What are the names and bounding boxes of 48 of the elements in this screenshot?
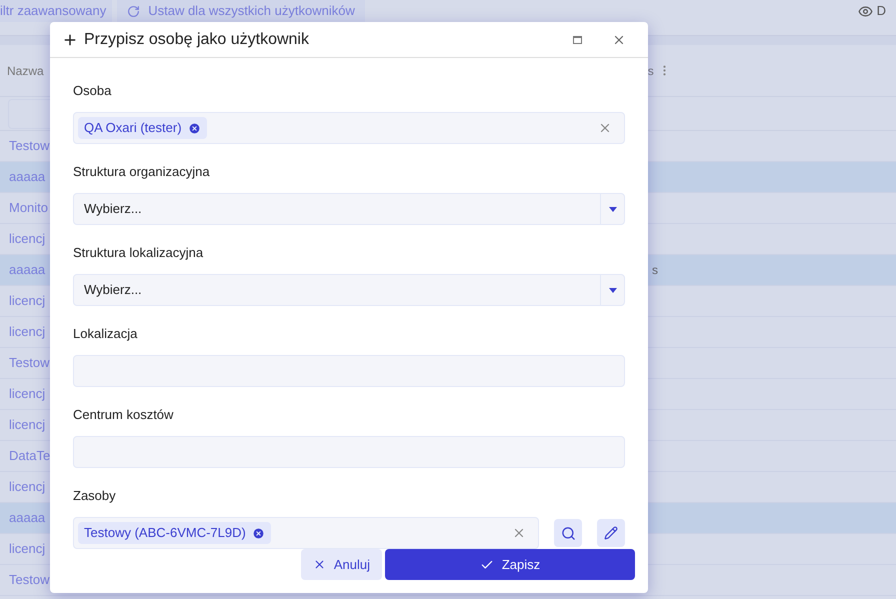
search-button[interactable]	[554, 519, 582, 547]
table-cell: aaaaa	[9, 262, 46, 277]
select-field[interactable]: Wybierz...	[73, 193, 625, 225]
cancel-button[interactable]: Anuluj	[300, 549, 382, 580]
field-label: Osoba	[73, 82, 112, 100]
table-cell: Monito	[9, 200, 48, 215]
search-icon	[560, 526, 576, 540]
maximize-button[interactable]	[573, 36, 582, 44]
pencil-icon	[604, 526, 618, 540]
edit-button[interactable]	[597, 519, 625, 547]
table-cell: licencj	[9, 231, 46, 246]
text-field[interactable]	[73, 355, 625, 387]
refresh-icon	[127, 4, 140, 18]
table-cell: DataTe	[9, 448, 50, 463]
clear-icon[interactable]	[598, 121, 612, 135]
table-cell: Testow	[9, 138, 50, 153]
table-cell: licencj	[9, 324, 46, 339]
table-cell: licencj	[9, 386, 46, 401]
table-cell: Testow	[9, 572, 50, 587]
field-label: Zasoby	[73, 487, 117, 505]
table-cell: aaaaa	[9, 169, 46, 184]
tag-input-field[interactable]: QA Oxari (tester)	[73, 112, 625, 144]
close-icon	[312, 558, 326, 571]
field-label: Lokalizacja	[73, 325, 138, 343]
eye-icon	[858, 4, 873, 18]
remove-tag-icon[interactable]	[252, 526, 265, 540]
table-cell: aaaaa	[9, 510, 46, 525]
table-cell: Testow	[9, 355, 50, 370]
field-label: Struktura lokalizacyjna	[73, 244, 204, 262]
tag-input-field[interactable]: Testowy (ABC-6VMC-7L9D)	[73, 517, 539, 549]
table-cell-text: s	[652, 262, 658, 279]
selected-tag: QA Oxari (tester)	[78, 117, 207, 139]
field-label: Struktura organizacyjna	[73, 163, 211, 181]
column-header[interactable]: Nazwa	[7, 62, 44, 80]
save-button[interactable]: Zapisz	[385, 549, 635, 580]
clear-icon[interactable]	[512, 526, 526, 540]
table-cell: licencj	[9, 417, 46, 432]
select-field[interactable]: Wybierz...	[73, 274, 625, 306]
view-button[interactable]: D	[856, 1, 886, 21]
table-cell: licencj	[9, 541, 46, 556]
table-cell: licencj	[9, 479, 46, 494]
dialog-title: Przypisz osobę jako użytkownik	[84, 30, 310, 50]
field-label: Centrum kosztów	[73, 406, 174, 424]
text-field[interactable]	[73, 436, 625, 468]
remove-tag-icon[interactable]	[188, 122, 201, 134]
table-cell: licencj	[9, 293, 46, 308]
selected-tag: Testowy (ABC-6VMC-7L9D)	[78, 522, 271, 544]
plus-icon	[62, 32, 78, 48]
